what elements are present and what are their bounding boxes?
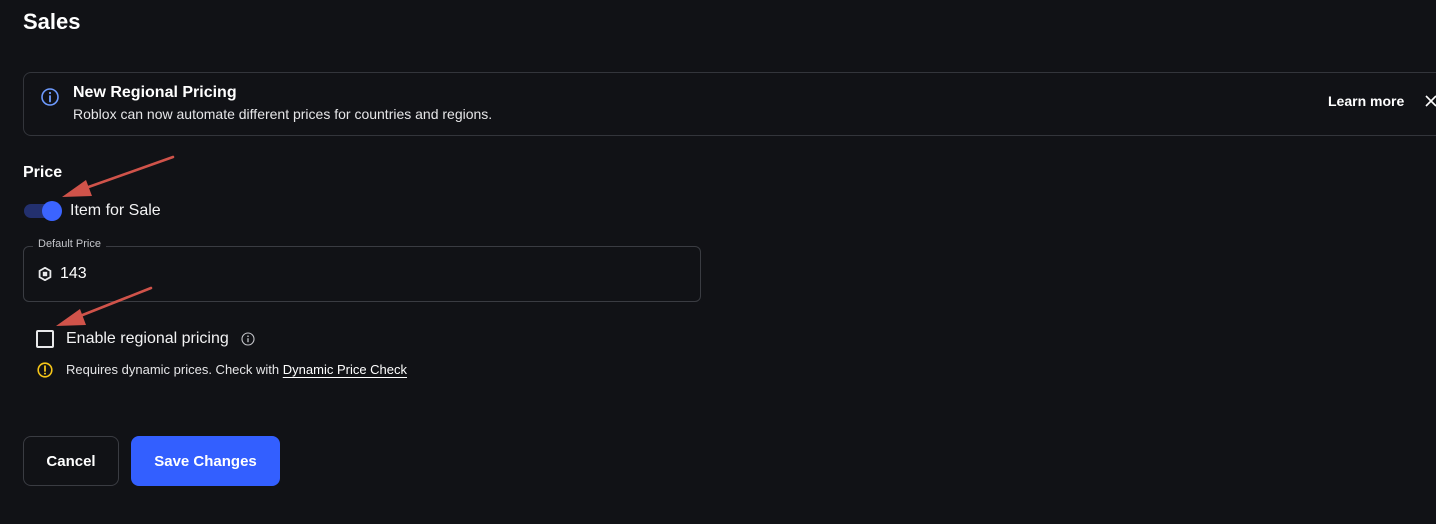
toggle-thumb [42,201,62,221]
item-for-sale-toggle[interactable] [24,201,62,221]
info-icon[interactable] [241,332,255,346]
regional-pricing-checkbox[interactable] [36,330,54,348]
regional-pricing-label[interactable]: Enable regional pricing [66,330,229,348]
banner-description: Roblox can now automate different prices… [73,106,493,122]
regional-pricing-banner: New Regional Pricing Roblox can now auto… [23,72,1436,136]
page-title: Sales [23,9,81,34]
default-price-value[interactable]: 143 [60,265,87,283]
default-price-legend: Default Price [33,238,106,250]
dynamic-price-warning: Requires dynamic prices. Check with Dyna… [66,362,407,377]
default-price-field[interactable] [23,246,701,302]
item-for-sale-label: Item for Sale [70,202,161,219]
arrow-to-toggle [62,155,175,197]
info-icon [41,88,59,106]
cancel-button[interactable]: Cancel [23,436,119,486]
learn-more-link[interactable]: Learn more [1328,93,1404,109]
banner-title: New Regional Pricing [73,84,237,101]
warning-icon [37,362,53,378]
price-section-heading: Price [23,164,63,181]
warning-text: Requires dynamic prices. Check with [66,362,280,377]
dynamic-price-check-link[interactable]: Dynamic Price Check [283,362,407,377]
save-changes-button[interactable]: Save Changes [131,436,280,486]
robux-icon [38,267,52,281]
close-icon[interactable] [1423,93,1436,109]
